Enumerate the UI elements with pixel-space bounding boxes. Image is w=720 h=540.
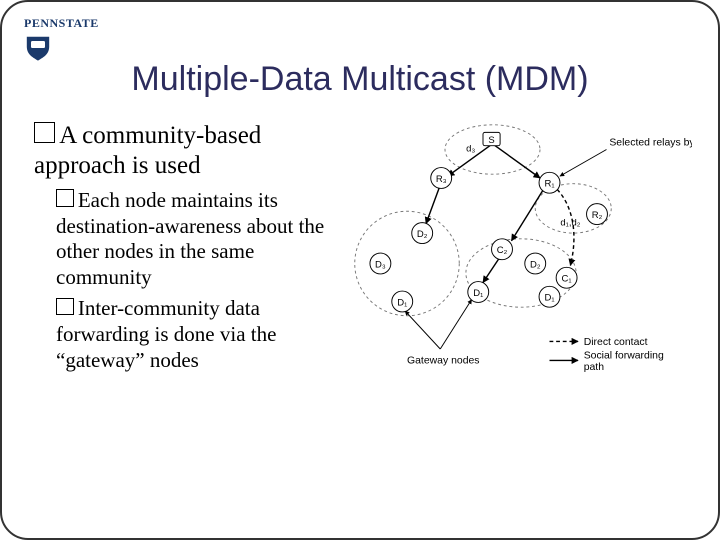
node-D2a: D₂ — [530, 259, 541, 270]
bullet-sub-1: Each node maintains its destination-awar… — [56, 188, 344, 290]
node-D1b: D₁ — [544, 293, 554, 304]
shield-icon — [24, 34, 52, 62]
text-column: A community-based approach is used Each … — [34, 121, 344, 411]
logo-wordmark: PENNSTATE — [24, 16, 99, 30]
bullet-sub-1-text: Each node maintains its destination-awar… — [56, 188, 324, 289]
network-diagram: Selected relays by S Gateway nodes Direc… — [350, 121, 692, 406]
label-gateway: Gateway nodes — [407, 355, 480, 366]
node-C1: C₁ — [562, 274, 572, 285]
slide-title: Multiple-Data Multicast (MDM) — [28, 60, 692, 99]
node-R1: R₁ — [544, 179, 554, 190]
edge-d1d2: d₁,d₂ — [560, 218, 580, 229]
content-row: A community-based approach is used Each … — [28, 121, 692, 411]
node-C2: C₂ — [497, 245, 508, 256]
bullet-sub-2-text: Inter-community data forwarding is done … — [56, 296, 276, 371]
node-D1a: D₁ — [473, 288, 483, 299]
legend-social-1: Social forwarding — [584, 351, 664, 362]
slide-frame: PENNSTATE Multiple-Data Multicast (MDM) … — [0, 0, 720, 540]
node-R2: R₂ — [592, 210, 603, 221]
bullet-sub-2: Inter-community data forwarding is done … — [56, 296, 344, 373]
node-D3: D₃ — [375, 259, 386, 270]
edge-d3: d₃ — [466, 143, 475, 154]
figure-column: Selected relays by S Gateway nodes Direc… — [350, 121, 692, 411]
bullet-main-text: A community-based approach is used — [34, 122, 261, 179]
square-bullet-icon — [56, 298, 74, 316]
pennstate-logo: PENNSTATE — [24, 14, 114, 62]
label-selected-relays: Selected relays by S — [609, 138, 692, 149]
node-D2b: D₂ — [417, 229, 428, 240]
node-R3: R₃ — [436, 174, 447, 185]
square-bullet-icon — [34, 122, 55, 143]
bullet-main: A community-based approach is used — [34, 121, 344, 180]
square-bullet-icon — [56, 189, 74, 207]
node-S: S — [488, 135, 494, 146]
legend-social-2: path — [584, 362, 605, 373]
node-D1c: D₁ — [397, 297, 407, 308]
legend-direct: Direct contact — [584, 337, 648, 348]
